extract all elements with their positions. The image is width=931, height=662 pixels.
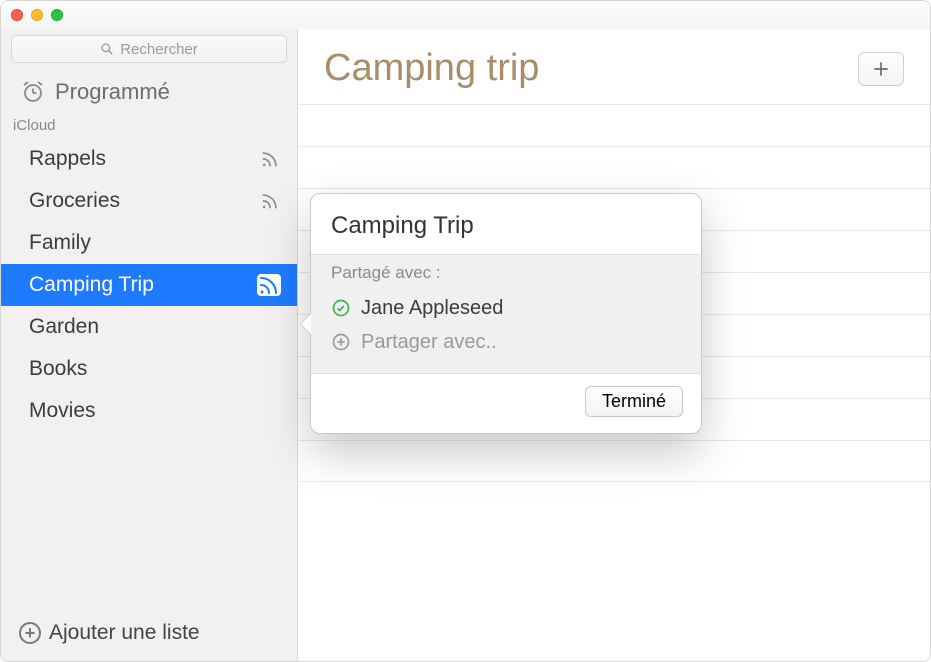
search-icon	[100, 42, 114, 56]
broadcast-icon	[259, 148, 281, 170]
add-share-placeholder: Partager avec..	[361, 331, 497, 354]
sidebar: Rechercher Programmé iCloud Rappels Groc…	[1, 29, 298, 661]
check-circle-icon	[331, 298, 351, 318]
popover-shared-section: Partagé avec : Jane Appleseed Partager a…	[311, 254, 701, 374]
plus-icon	[871, 59, 891, 79]
sidebar-item-label: Garden	[29, 315, 99, 339]
sidebar-item-label: Rappels	[29, 147, 106, 171]
shared-person-name: Jane Appleseed	[361, 297, 503, 320]
main-header: Camping trip	[298, 29, 930, 104]
popover-footer: Terminé	[311, 374, 701, 433]
sidebar-item-groceries[interactable]: Groceries	[1, 180, 297, 222]
sidebar-item-books[interactable]: Books	[1, 348, 297, 390]
add-list-button[interactable]: + Ajouter une liste	[1, 609, 297, 661]
add-reminder-button[interactable]	[858, 52, 904, 86]
reminder-empty-row[interactable]	[298, 146, 930, 188]
scheduled-item[interactable]: Programmé	[1, 73, 297, 115]
sidebar-item-rappels[interactable]: Rappels	[1, 138, 297, 180]
broadcast-icon	[259, 190, 281, 212]
add-list-label: Ajouter une liste	[49, 621, 200, 645]
sidebar-item-label: Groceries	[29, 189, 120, 213]
search-input[interactable]: Rechercher	[11, 35, 287, 63]
reminders-window: Rechercher Programmé iCloud Rappels Groc…	[0, 0, 931, 662]
share-popover: Camping Trip Partagé avec : Jane Applese…	[310, 193, 702, 434]
scheduled-label: Programmé	[55, 79, 170, 105]
shared-person-row[interactable]: Jane Appleseed	[331, 291, 681, 325]
plus-circle-icon	[331, 332, 351, 352]
done-button[interactable]: Terminé	[585, 386, 683, 417]
sidebar-item-family[interactable]: Family	[1, 222, 297, 264]
sidebar-item-label: Books	[29, 357, 87, 381]
search-placeholder: Rechercher	[120, 41, 198, 58]
window-zoom-button[interactable]	[51, 9, 63, 21]
window-minimize-button[interactable]	[31, 9, 43, 21]
sidebar-item-label: Family	[29, 231, 91, 255]
sidebar-item-label: Movies	[29, 399, 96, 423]
reminder-empty-row[interactable]	[298, 440, 930, 482]
titlebar	[1, 1, 930, 29]
alarm-clock-icon	[21, 80, 45, 104]
shared-with-label: Partagé avec :	[331, 263, 681, 283]
add-share-input[interactable]: Partager avec..	[331, 325, 681, 359]
broadcast-icon[interactable]	[257, 274, 281, 296]
sidebar-item-movies[interactable]: Movies	[1, 390, 297, 432]
sidebar-item-label: Camping Trip	[29, 273, 154, 297]
section-icloud-label: iCloud	[1, 115, 297, 138]
reminder-empty-row[interactable]	[298, 104, 930, 146]
plus-circle-icon: +	[19, 622, 41, 644]
sidebar-item-camping-trip[interactable]: Camping Trip	[1, 264, 297, 306]
page-title: Camping trip	[324, 47, 539, 90]
popover-title: Camping Trip	[311, 194, 701, 254]
window-close-button[interactable]	[11, 9, 23, 21]
sidebar-item-garden[interactable]: Garden	[1, 306, 297, 348]
